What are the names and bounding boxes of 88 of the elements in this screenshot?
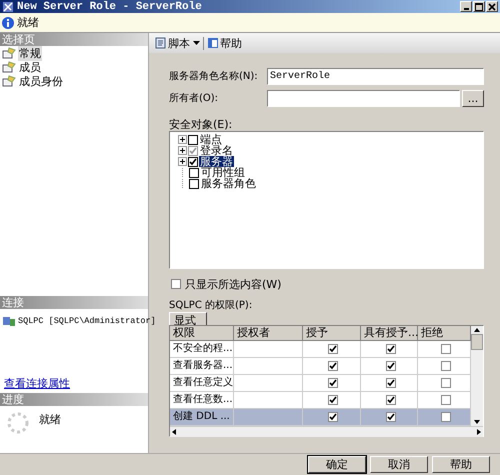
checkbox[interactable] — [386, 361, 396, 371]
table-cell: 查看服务器... — [170, 358, 234, 374]
status-text: 就绪 — [17, 15, 39, 30]
vertical-scrollbar[interactable] — [471, 326, 483, 426]
minimize-button[interactable] — [460, 1, 472, 12]
tree-item[interactable]: 服务器角色 — [200, 178, 257, 189]
dialog-button[interactable]: 确定 — [308, 456, 366, 473]
checkbox[interactable] — [440, 412, 450, 422]
close-icon — [488, 2, 496, 10]
maximize-icon — [475, 2, 483, 10]
help-icon — [207, 37, 219, 49]
tree-item[interactable]: 服务器 — [199, 156, 234, 167]
connection-name: SQLPC [SQLPC\Administrator] — [18, 316, 156, 326]
securables-label: 安全对象(E): — [169, 117, 234, 131]
checkbox[interactable] — [328, 395, 338, 405]
expand-icon[interactable] — [178, 146, 187, 155]
page-icon — [2, 61, 16, 73]
checkbox[interactable] — [386, 412, 396, 422]
right-arrow-icon[interactable] — [475, 427, 483, 437]
table-row[interactable]: 查看服务器... — [170, 358, 471, 375]
tree-item[interactable]: 可用性组 — [200, 167, 246, 178]
column-header[interactable]: 授权者 — [234, 326, 303, 341]
section-header: 进度 — [0, 393, 148, 406]
maximize-button[interactable] — [473, 1, 485, 12]
page-icon — [2, 47, 16, 59]
checkbox[interactable] — [440, 344, 450, 354]
server-icon — [2, 315, 16, 327]
sidebar-item[interactable]: 成员身份 — [18, 74, 64, 88]
checkbox[interactable] — [328, 361, 338, 371]
dialog-button[interactable]: 帮助 — [432, 456, 490, 473]
expand-icon[interactable] — [178, 135, 187, 144]
checkbox[interactable] — [328, 378, 338, 388]
permissions-label: SQLPC 的权限(P): — [169, 298, 254, 312]
document-icon — [155, 37, 167, 49]
close-button[interactable] — [486, 1, 498, 12]
tree-item[interactable]: 登录名 — [199, 145, 234, 156]
tree-item[interactable]: 端点 — [199, 134, 223, 145]
field-label: 服务器角色名称(N): — [169, 70, 259, 83]
expand-icon[interactable] — [178, 157, 187, 166]
table-cell: 不安全的程... — [170, 341, 234, 357]
table-row[interactable]: 创建 DDL ... — [170, 409, 471, 426]
browse-button[interactable]: ... — [462, 90, 484, 106]
column-header[interactable]: 权限 — [170, 326, 234, 341]
checkbox[interactable] — [386, 395, 396, 405]
column-header[interactable]: 具有授予... — [361, 326, 418, 341]
window-title: New Server Role - ServerRole — [17, 0, 203, 12]
checkbox[interactable] — [189, 168, 199, 178]
checkbox[interactable] — [440, 395, 450, 405]
section-header: 连接 — [0, 296, 148, 309]
page-icon — [2, 75, 16, 87]
spinner-icon — [7, 412, 29, 434]
scroll-thumb[interactable] — [471, 334, 483, 350]
checkbox[interactable] — [171, 279, 181, 289]
up-arrow-icon[interactable] — [472, 326, 482, 334]
left-arrow-icon[interactable] — [170, 427, 178, 437]
checkbox[interactable] — [440, 361, 450, 371]
table-row[interactable]: 查看任意定义 — [170, 375, 471, 392]
connection-properties-link[interactable]: 查看连接属性 — [0, 376, 148, 391]
field-label: 所有者(O): — [169, 92, 220, 105]
script-button[interactable]: 脚本 — [155, 36, 190, 50]
info-icon — [2, 16, 14, 28]
section-header: 选择页 — [0, 33, 148, 46]
checkbox-label: 只显示所选内容(W) — [185, 276, 282, 292]
minimize-icon — [464, 8, 468, 10]
sidebar-item[interactable]: 常规 — [18, 46, 42, 60]
sidebar-item[interactable]: 成员 — [18, 60, 42, 74]
column-header[interactable]: 授予 — [303, 326, 361, 341]
caret-icon[interactable] — [193, 41, 200, 45]
table-cell: 查看任意数... — [170, 392, 234, 408]
checkbox[interactable] — [189, 178, 199, 188]
progress-text: 就绪 — [39, 412, 61, 427]
checkbox[interactable] — [386, 344, 396, 354]
checkbox[interactable] — [328, 344, 338, 354]
table-row[interactable]: 不安全的程... — [170, 341, 471, 358]
owner-field[interactable] — [267, 90, 460, 106]
checkbox[interactable] — [440, 378, 450, 388]
help-button[interactable]: 帮助 — [207, 36, 242, 50]
checkbox[interactable] — [386, 378, 396, 388]
role-name-field[interactable]: ServerRole — [267, 68, 484, 84]
checkbox[interactable] — [188, 134, 198, 144]
checkbox[interactable] — [328, 412, 338, 422]
down-arrow-icon[interactable] — [472, 418, 482, 426]
dialog-button[interactable]: 取消 — [370, 456, 428, 473]
tab[interactable]: 显式 — [169, 312, 207, 325]
horizontal-scrollbar[interactable] — [170, 426, 483, 437]
table-cell: 创建 DDL ... — [170, 409, 234, 425]
tools-icon — [2, 0, 14, 12]
table-cell: 查看任意定义 — [170, 375, 234, 391]
